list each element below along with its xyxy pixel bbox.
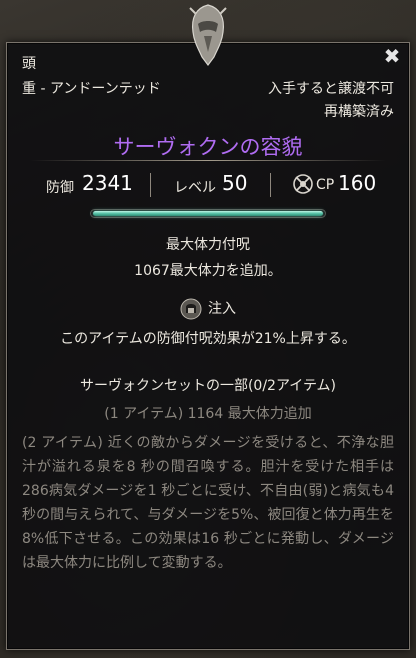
stats-row: 防御 2341 レベル 50 CP 160 [0,170,416,198]
infused-trait-icon [180,298,202,320]
set-bonus-1: (1 アイテム) 1164 最大体力追加 [104,406,312,422]
set-bonus-2: (2 アイテム) 近くの敵からダメージを受けると、不浄な胆汁が溢れる泉を8 秒の… [22,435,394,571]
champion-point-icon [293,174,313,194]
cp-value: 160 [338,171,377,195]
enchantment-title: 最大体力付呪 [166,237,250,253]
retraited-status: 再構築済み [324,104,394,120]
close-button[interactable]: ✖ [382,46,402,66]
item-name: サーヴォクンの容貌 [113,135,303,159]
stat-divider [150,173,151,197]
bind-status: 入手すると譲渡不可 [268,81,394,97]
divider [30,160,386,161]
item-weight-set: 重 - アンドーンテッド [22,81,161,97]
trait-description: このアイテムの防御付呪効果が21%上昇する。 [60,331,356,347]
stat-divider [270,173,271,197]
set-title: サーヴォクンセットの一部(0/2アイテム) [79,378,337,394]
helmet-icon [189,4,227,66]
armor-value: 2341 [82,171,133,195]
trait-title: 注入 [208,301,236,317]
item-slot: 頭 [22,56,36,72]
level-value: 50 [222,171,248,195]
armor-label: 防御 [46,180,74,196]
condition-bar-frame [90,209,326,218]
enchantment-description: 1067最大体力を追加。 [134,263,282,279]
condition-bar [90,209,326,218]
cp-label: CP [316,177,335,193]
level-label: レベル [174,180,216,196]
trait-header: 注入 [0,298,416,320]
